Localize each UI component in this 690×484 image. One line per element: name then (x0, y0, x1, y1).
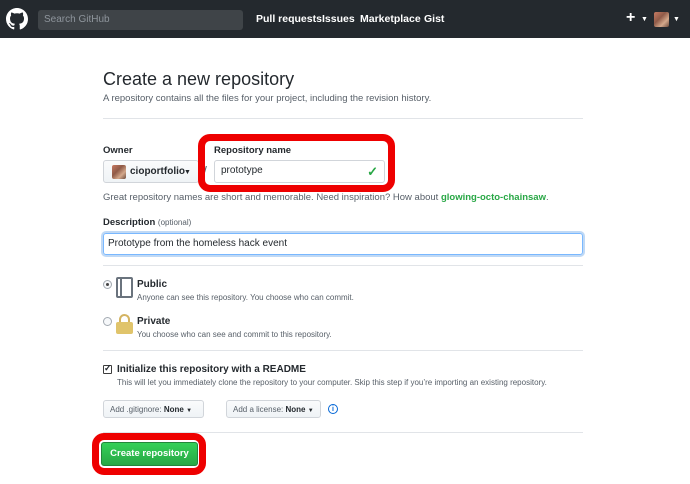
name-suggestion-hint: Great repository names are short and mem… (103, 192, 549, 203)
hint-suffix: . (545, 192, 549, 203)
gitignore-value: None (163, 405, 184, 414)
avatar[interactable] (654, 12, 669, 27)
nav-pull-requests[interactable]: Pull requests (256, 13, 322, 25)
public-radio[interactable] (103, 280, 112, 289)
search-placeholder: Search GitHub (44, 14, 110, 25)
private-option-desc: You choose who can see and commit to thi… (137, 330, 332, 339)
highlight-repo-name (198, 134, 395, 192)
chevron-down-icon[interactable]: ▼ (641, 16, 648, 23)
description-input[interactable] (108, 238, 568, 249)
chevron-down-icon: ▼ (307, 408, 314, 414)
public-option-desc: Anyone can see this repository. You choo… (137, 293, 354, 302)
description-label-text: Description (103, 217, 156, 228)
owner-name: cioportfolio (130, 166, 185, 177)
chevron-down-icon: ▼ (186, 408, 193, 414)
lock-icon (116, 314, 133, 335)
init-readme-desc: This will let you immediately clone the … (117, 378, 547, 387)
divider (103, 350, 583, 351)
search-input[interactable]: Search GitHub (38, 10, 243, 30)
init-readme-title: Initialize this repository with a README (117, 364, 306, 375)
page-subtitle: A repository contains all the files for … (103, 93, 432, 104)
highlight-create-button (92, 433, 206, 475)
nav-gist[interactable]: Gist (424, 13, 444, 25)
info-icon[interactable]: i (328, 404, 338, 414)
owner-select[interactable]: cioportfolio ▼ (103, 160, 199, 183)
gitignore-label: Add .gitignore: (110, 405, 162, 414)
suggestion-link[interactable]: glowing-octo-chainsaw (441, 192, 546, 203)
init-readme-checkbox[interactable] (103, 363, 112, 374)
nav-issues[interactable]: Issues (322, 13, 355, 25)
hint-text: Great repository names are short and mem… (103, 192, 441, 203)
chevron-down-icon[interactable]: ▼ (673, 16, 680, 23)
divider (103, 118, 583, 119)
page-title: Create a new repository (103, 69, 295, 89)
divider (103, 265, 583, 266)
plus-icon[interactable]: + (626, 9, 635, 27)
public-option-title: Public (137, 279, 168, 290)
description-field[interactable] (103, 233, 583, 255)
gitignore-select[interactable]: Add .gitignore: None ▼ (103, 400, 204, 418)
description-label: Description (optional) (103, 217, 191, 228)
chevron-down-icon: ▼ (184, 169, 191, 176)
private-radio[interactable] (103, 317, 112, 326)
owner-label: Owner (103, 145, 133, 156)
private-option-title: Private (137, 316, 171, 327)
github-logo-icon[interactable] (6, 8, 28, 30)
nav-marketplace[interactable]: Marketplace (360, 13, 421, 25)
top-header: Search GitHub Pull requests Issues Marke… (0, 0, 690, 38)
license-select[interactable]: Add a license: None ▼ (226, 400, 321, 418)
owner-avatar (112, 165, 126, 179)
license-value: None (285, 405, 306, 414)
license-label: Add a license: (233, 405, 284, 414)
repo-icon (116, 277, 133, 298)
optional-tag: (optional) (157, 218, 192, 227)
